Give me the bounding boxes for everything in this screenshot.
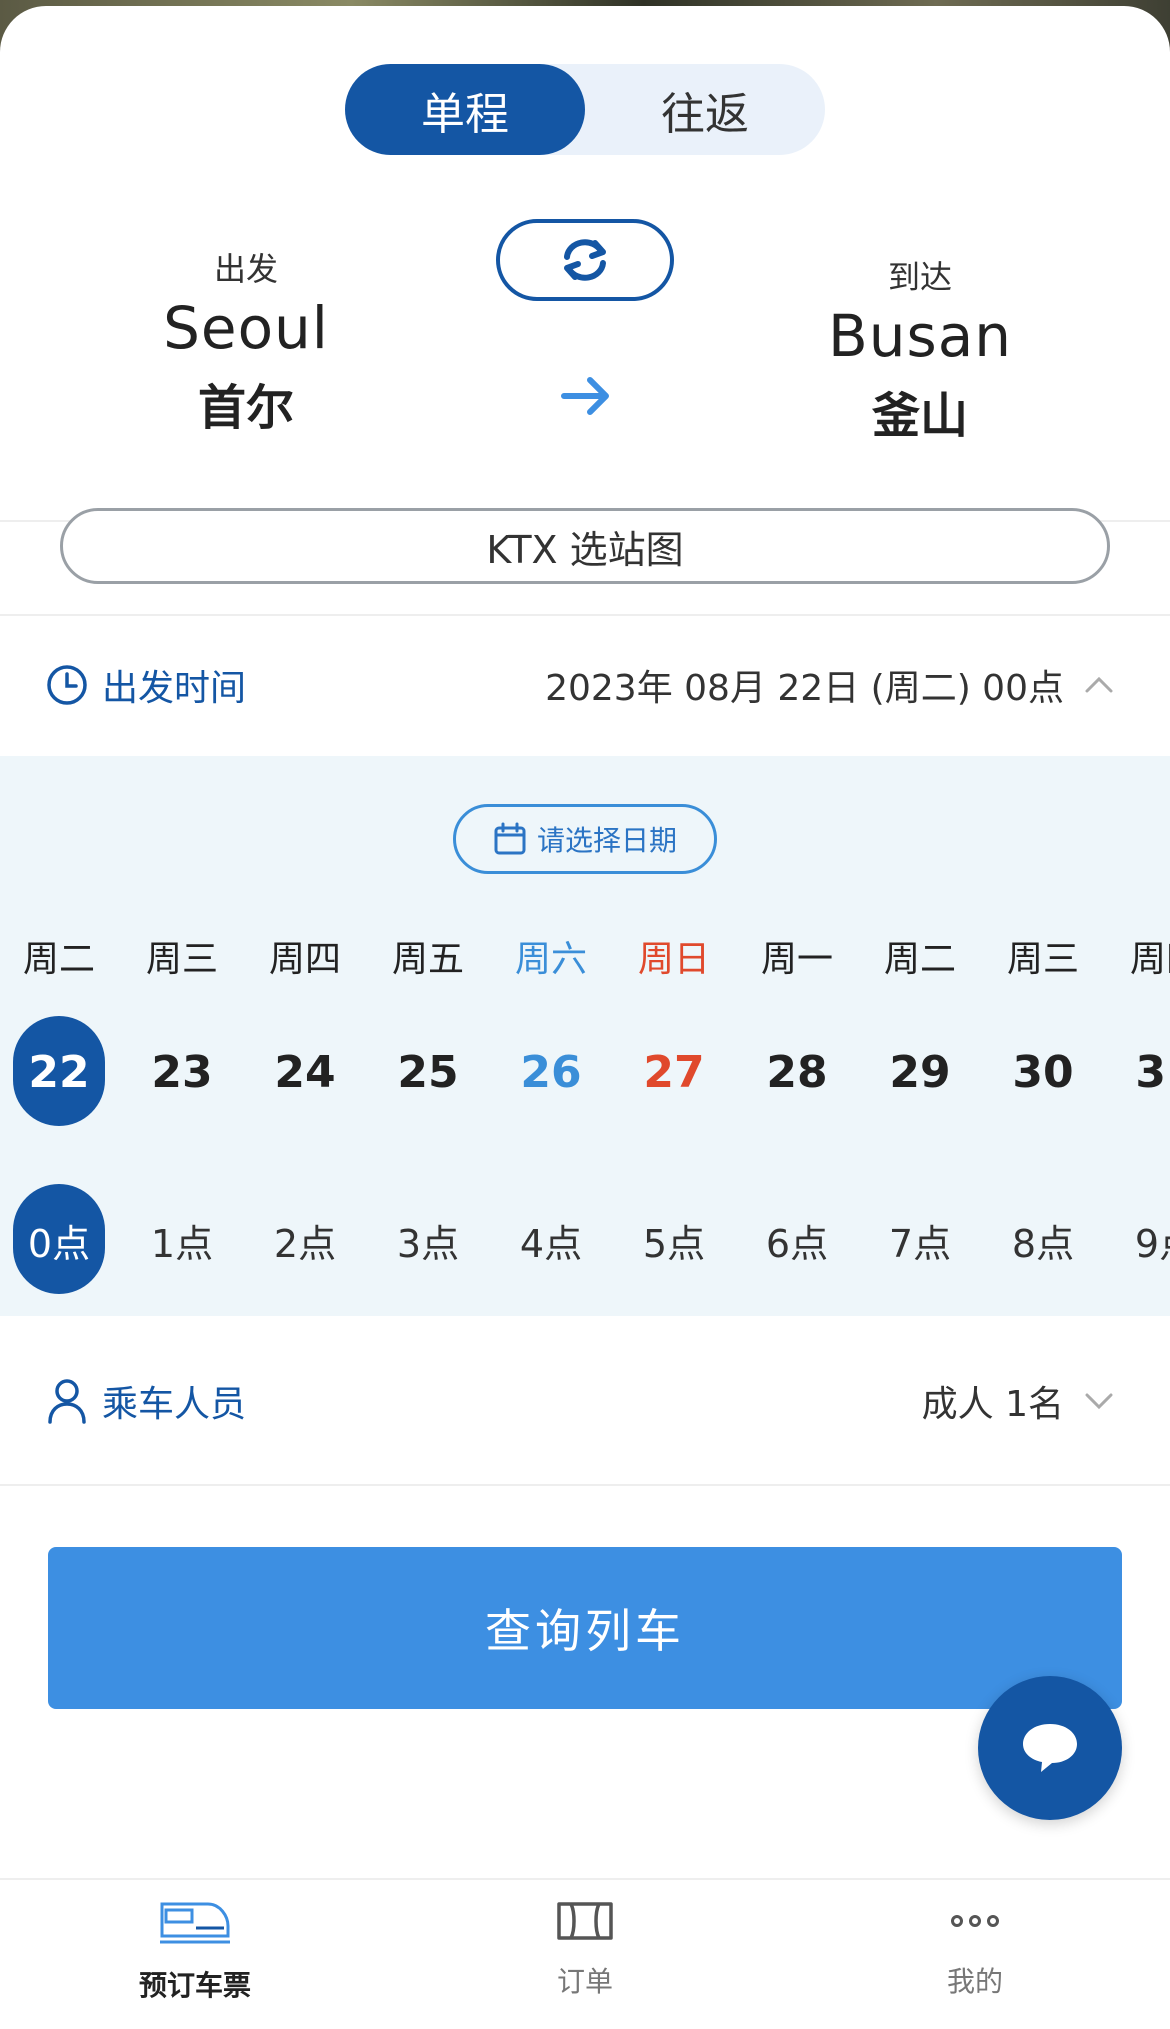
trip-type-toggle: 单程 往返: [345, 64, 825, 155]
divider: [0, 1484, 1170, 1486]
select-date-button[interactable]: 请选择日期: [453, 804, 717, 874]
departure-time-value: 2023年 08月 22日 (周二) 00点: [545, 668, 1064, 709]
passengers-label-group: 乘车人员: [46, 1375, 246, 1427]
divider: [0, 614, 1170, 616]
nav-label: 订单: [556, 1965, 613, 1998]
search-trains-button[interactable]: 查询列车: [48, 1547, 1122, 1709]
person-icon: [48, 1379, 86, 1424]
train-icon: [160, 1902, 230, 1944]
more-dots-icon: [951, 1915, 999, 1927]
arrival-name-en: Busan: [827, 302, 1013, 370]
arrival-name-zh: 釜山: [871, 388, 968, 444]
tab-one-way[interactable]: 单程: [345, 64, 585, 155]
departure-time-label-group: 出发时间: [46, 659, 246, 711]
departure-time-label: 出发时间: [102, 668, 247, 709]
nav-label: 我的: [946, 1965, 1003, 1998]
hour-cell[interactable]: 4点: [501, 1190, 601, 1290]
nav-label: 预订车票: [138, 1969, 251, 2002]
day-cell[interactable]: 29: [870, 1022, 970, 1122]
hour-cell[interactable]: 0点: [9, 1184, 109, 1294]
nav-book-tickets[interactable]: 预订车票: [75, 1898, 315, 2004]
weekday-label: 周三: [1006, 939, 1079, 980]
tab-round-trip[interactable]: 往返: [585, 64, 825, 155]
day-cell[interactable]: 24: [255, 1022, 355, 1122]
select-date-label: 请选择日期: [536, 824, 677, 857]
arrival-station[interactable]: 到达 Busan 釜山: [770, 252, 1070, 446]
chat-button[interactable]: [978, 1676, 1122, 1820]
day-cell[interactable]: 25: [378, 1022, 478, 1122]
day-cell[interactable]: 28: [747, 1022, 847, 1122]
day-row: 22 23 24 25 26 27 28 29 30 31: [0, 1016, 1170, 1126]
passengers-label: 乘车人员: [102, 1384, 247, 1425]
weekday-label: 周日: [637, 939, 710, 980]
departure-name-zh: 首尔: [197, 380, 294, 436]
weekday-label: 周四: [1129, 939, 1170, 980]
day-cell[interactable]: 30: [993, 1022, 1093, 1122]
weekday-label: 周二: [883, 939, 956, 980]
hour-cell[interactable]: 2点: [255, 1190, 355, 1290]
nav-orders[interactable]: 订单: [465, 1898, 705, 2000]
passengers-row[interactable]: 乘车人员 成人 1名: [0, 1346, 1170, 1456]
chevron-down-icon[interactable]: [1084, 1391, 1114, 1411]
chat-bubble-icon: [1023, 1724, 1077, 1772]
passengers-value-group: 成人 1名: [922, 1375, 1114, 1427]
departure-time-value-group: 2023年 08月 22日 (周二) 00点: [545, 659, 1114, 711]
day-cell[interactable]: 31: [1116, 1022, 1170, 1122]
hour-cell[interactable]: 7点: [870, 1190, 970, 1290]
day-cell[interactable]: 27: [624, 1022, 724, 1122]
arrow-right-icon: [561, 377, 609, 415]
departure-station[interactable]: 出发 Seoul 首尔: [96, 244, 396, 438]
hour-cell[interactable]: 3点: [378, 1190, 478, 1290]
weekday-label: 周六: [514, 939, 587, 980]
departure-name-en: Seoul: [163, 294, 329, 362]
arrival-label: 到达: [887, 258, 952, 296]
weekday-label: 周四: [268, 939, 341, 980]
hour-row: 0点 1点 2点 3点 4点 5点 6点 7点 8点 9点: [0, 1184, 1170, 1294]
swap-icon: [564, 239, 606, 281]
hour-cell[interactable]: 9点: [1116, 1190, 1170, 1290]
ticket-icon: [557, 1902, 613, 1940]
chevron-up-icon[interactable]: [1084, 675, 1114, 695]
clock-icon: [47, 665, 87, 705]
hour-cell[interactable]: 5点: [624, 1190, 724, 1290]
weekday-label: 周一: [760, 939, 833, 980]
hour-cell[interactable]: 6点: [747, 1190, 847, 1290]
departure-label: 出发: [213, 250, 278, 288]
swap-stations-button[interactable]: [496, 219, 674, 301]
nav-mine[interactable]: 我的: [855, 1898, 1095, 2000]
station-map-button[interactable]: KTX 选站图: [60, 508, 1110, 584]
weekday-label: 周五: [391, 939, 464, 980]
bottom-nav: 预订车票 订单 我的: [0, 1878, 1170, 2029]
hour-cell[interactable]: 1点: [132, 1190, 232, 1290]
day-cell[interactable]: 23: [132, 1022, 232, 1122]
calendar-icon: [494, 822, 526, 855]
weekday-label: 周三: [145, 939, 218, 980]
weekday-row: 周二 周三 周四 周五 周六 周日 周一 周二 周三 周四: [0, 906, 1170, 1006]
passengers-value: 成人 1名: [921, 1384, 1064, 1425]
weekday-label: 周二: [22, 939, 95, 980]
day-cell[interactable]: 22: [9, 1016, 109, 1126]
hour-cell[interactable]: 8点: [993, 1190, 1093, 1290]
day-cell[interactable]: 26: [501, 1022, 601, 1122]
date-hour-picker: 请选择日期 周二 周三 周四 周五 周六 周日 周一 周二 周三 周四 22 2…: [0, 756, 1170, 1316]
departure-time-row[interactable]: 出发时间 2023年 08月 22日 (周二) 00点: [0, 630, 1170, 740]
